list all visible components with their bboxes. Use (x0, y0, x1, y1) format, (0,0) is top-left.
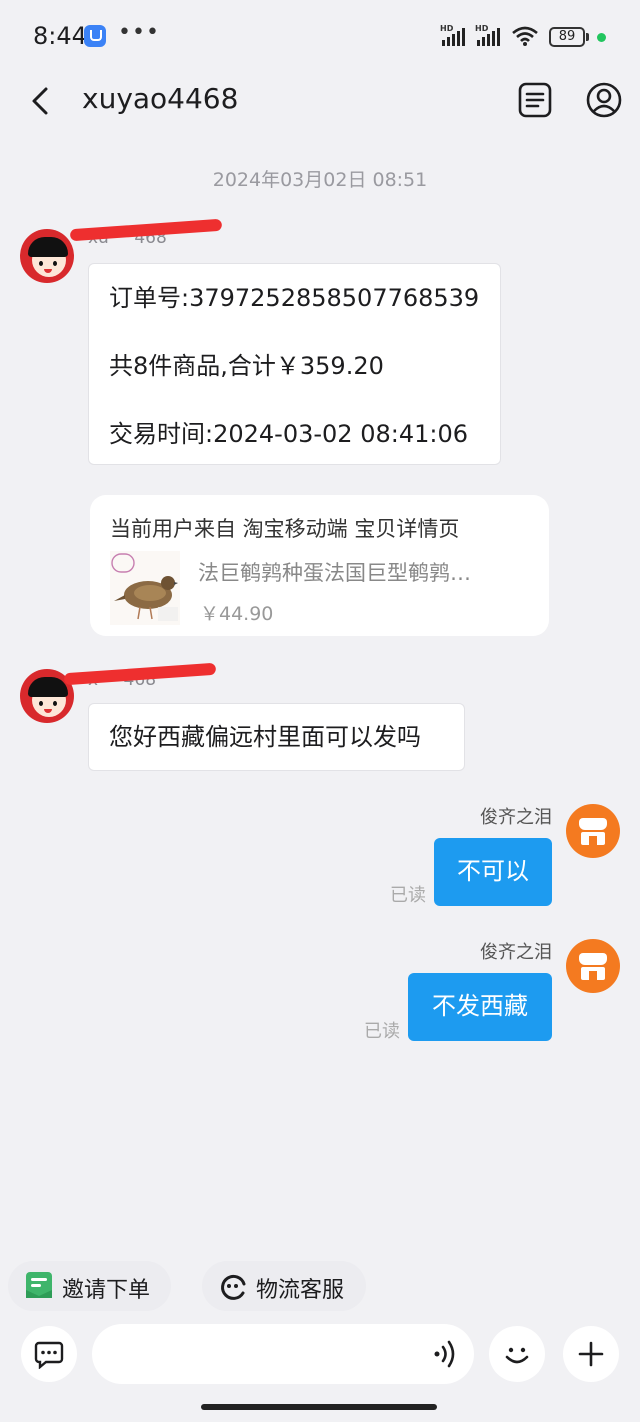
seller-name: 俊齐之泪 (480, 942, 552, 963)
chat-bubble-icon (34, 1341, 64, 1369)
voice-input-icon[interactable] (432, 1338, 460, 1370)
status-time: 8:44 (33, 22, 87, 50)
battery-level: 89 (558, 29, 576, 44)
chat-header: xuyao4468 (0, 72, 640, 132)
battery-indicator: 89 (549, 27, 585, 47)
order-time: 交易时间:2024-03-02 08:41:06 (109, 420, 468, 448)
product-price: ￥44.90 (200, 603, 274, 625)
chat-timestamp: 2024年03月02日 08:51 (212, 169, 428, 191)
order-list-icon[interactable] (518, 82, 552, 118)
chat-title: xuyao4468 (82, 82, 239, 115)
more-actions-button[interactable] (563, 1326, 619, 1382)
seller-message-bubble[interactable]: 不发西藏 (408, 973, 552, 1041)
wifi-icon (512, 26, 538, 46)
product-card[interactable]: 当前用户来自 淘宝移动端 宝贝详情页 法巨鹌鹑种蛋法国巨型鹌鹑… ￥44.90 (90, 495, 549, 636)
invite-order-icon (26, 1272, 52, 1298)
order-number: 订单号:3797252858507768539 (109, 284, 480, 312)
customer-message-bubble[interactable]: 您好西藏偏远村里面可以发吗 (88, 703, 465, 771)
status-bar: 8:44 ••• HD HD 89 (0, 0, 640, 72)
message-input[interactable] (92, 1324, 474, 1384)
order-info-bubble[interactable]: 订单号:3797252858507768539 共8件商品,合计￥359.20 … (88, 263, 501, 465)
product-name: 法巨鹌鹑种蛋法国巨型鹌鹑… (198, 561, 471, 585)
logistics-service-label: 物流客服 (256, 1278, 345, 1303)
notification-app-icon (84, 25, 106, 47)
read-status: 已读 (390, 885, 426, 906)
customer-avatar[interactable] (20, 229, 74, 283)
plus-icon (578, 1341, 604, 1367)
invite-order-button[interactable]: 邀请下单 (8, 1261, 171, 1311)
order-total: 共8件商品,合计￥359.20 (109, 352, 384, 380)
product-quail-image (110, 551, 180, 625)
privacy-indicator-dot (597, 33, 606, 42)
product-source: 当前用户来自 淘宝移动端 宝贝详情页 (110, 517, 460, 541)
seller-avatar[interactable] (566, 939, 620, 993)
emoji-button[interactable] (489, 1326, 545, 1382)
back-arrow-icon[interactable] (28, 86, 58, 116)
user-profile-icon[interactable] (586, 82, 622, 118)
battery-tip (586, 33, 589, 41)
logistics-service-icon (221, 1274, 246, 1300)
logistics-service-button[interactable]: 物流客服 (202, 1261, 366, 1311)
seller-name: 俊齐之泪 (480, 807, 552, 828)
quick-phrases-button[interactable] (21, 1326, 77, 1382)
seller-avatar[interactable] (566, 804, 620, 858)
invite-order-label: 邀请下单 (62, 1278, 151, 1303)
more-notifications-icon: ••• (118, 20, 160, 45)
seller-message-bubble[interactable]: 不可以 (434, 838, 552, 906)
smiley-icon (505, 1347, 529, 1364)
read-status: 已读 (364, 1021, 400, 1042)
home-indicator[interactable] (201, 1404, 437, 1410)
